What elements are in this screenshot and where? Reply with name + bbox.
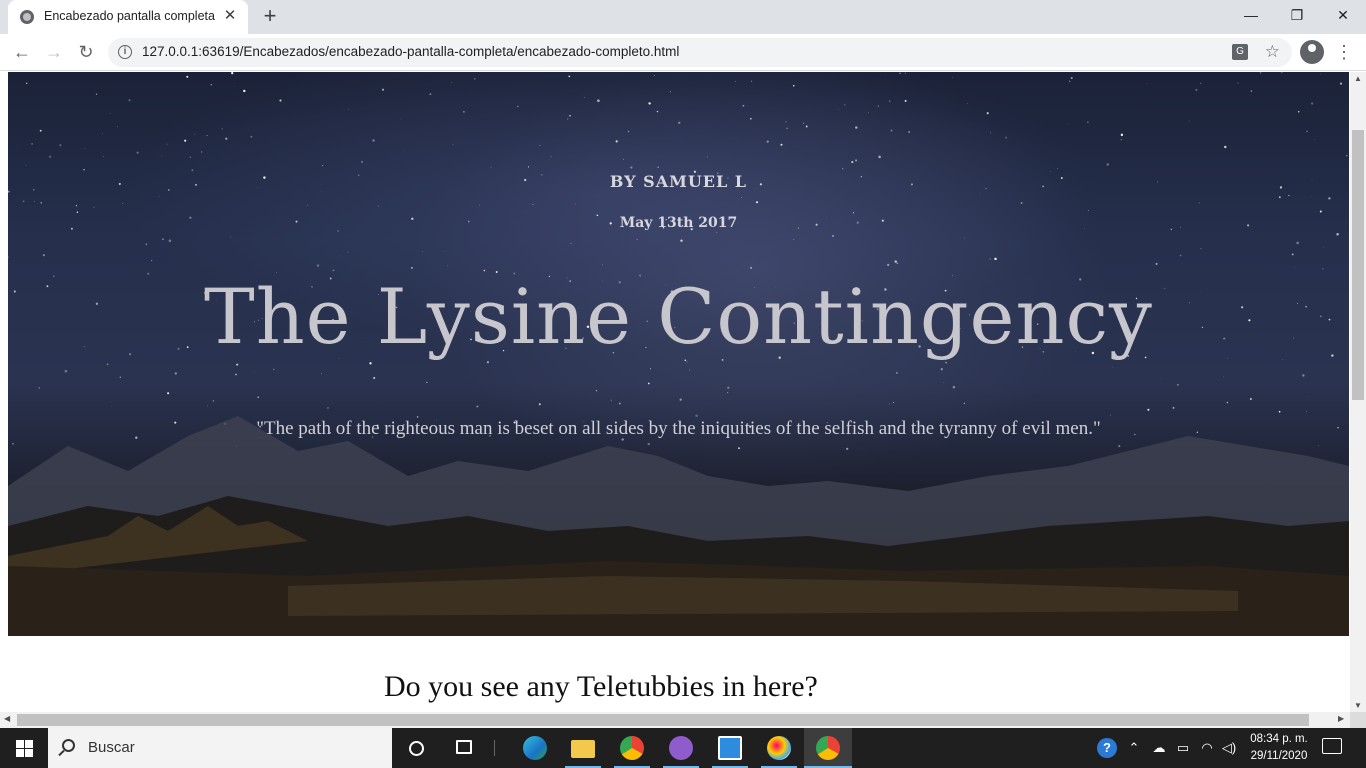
browser-toolbar: ← → ↻ i 127.0.0.1:63619/Encabezados/enca…: [0, 34, 1366, 71]
hero-quote: "The path of the righteous man is beset …: [256, 418, 1101, 439]
author-byline: BY SAMUEL L: [609, 172, 748, 191]
onedrive-icon[interactable]: ☁: [1148, 728, 1170, 768]
browser-tab[interactable]: Encabezado pantalla completa ✕: [8, 0, 248, 34]
bookmark-star-icon[interactable]: ☆: [1265, 42, 1280, 62]
browser-title-bar: Encabezado pantalla completa ✕ + — ❐ ✕: [0, 0, 1366, 34]
forward-button[interactable]: →: [40, 38, 68, 66]
wifi-icon[interactable]: ◠: [1196, 728, 1218, 768]
profile-avatar-icon[interactable]: [1300, 40, 1324, 64]
mountain-landscape: [8, 416, 1349, 636]
search-icon: [62, 739, 75, 752]
hero-header: BY SAMUEL L May 13th 2017 The Lysine Con…: [8, 72, 1349, 636]
github-desktop-icon[interactable]: [657, 728, 705, 768]
remote-app-icon[interactable]: [706, 728, 754, 768]
back-button[interactable]: ←: [8, 38, 36, 66]
section-heading: Do you see any Teletubbies in here?: [384, 670, 818, 703]
windows-taskbar: Buscar ? ⌃ ☁ ▭ ◠ ◁) 08:34 p. m. 29/11/20…: [0, 728, 1366, 768]
scroll-left-arrow-icon[interactable]: ◀: [4, 714, 10, 723]
page-favicon-icon: [20, 10, 34, 24]
restore-button[interactable]: ❐: [1274, 0, 1320, 30]
minimize-button[interactable]: —: [1228, 0, 1274, 30]
reload-button[interactable]: ↻: [72, 38, 100, 66]
action-center-icon[interactable]: [1322, 738, 1342, 754]
taskbar-separator: [494, 740, 495, 756]
horizontal-scroll-thumb[interactable]: [17, 714, 1309, 726]
vertical-scrollbar[interactable]: ▲ ▼: [1350, 72, 1366, 712]
task-view-icon[interactable]: [440, 728, 488, 768]
clock-date: 29/11/2020: [1250, 750, 1308, 762]
chrome-active-icon[interactable]: [804, 728, 852, 768]
tab-title: Encabezado pantalla completa: [44, 9, 215, 23]
scroll-up-arrow-icon[interactable]: ▲: [1350, 74, 1366, 83]
horizontal-scrollbar[interactable]: ◀ ▶: [0, 712, 1350, 728]
close-window-button[interactable]: ✕: [1320, 0, 1366, 30]
page-title: The Lysine Contingency: [204, 272, 1153, 361]
page-viewport: BY SAMUEL L May 13th 2017 The Lysine Con…: [0, 72, 1350, 712]
system-clock[interactable]: 08:34 p. m. 29/11/2020: [1244, 731, 1314, 765]
taskbar-search-box[interactable]: Buscar: [48, 728, 392, 768]
help-icon[interactable]: ?: [1096, 728, 1118, 768]
paint-icon[interactable]: [755, 728, 803, 768]
start-button[interactable]: [0, 728, 48, 768]
search-placeholder: Buscar: [88, 739, 135, 756]
cortana-icon[interactable]: [392, 728, 440, 768]
url-text[interactable]: 127.0.0.1:63619/Encabezados/encabezado-p…: [142, 44, 679, 59]
scrollbar-corner: [1350, 712, 1366, 728]
publish-date: May 13th 2017: [619, 215, 738, 231]
volume-icon[interactable]: ◁): [1218, 728, 1240, 768]
translate-icon[interactable]: G: [1232, 44, 1248, 60]
scroll-right-arrow-icon[interactable]: ▶: [1338, 714, 1344, 723]
clock-time: 08:34 p. m.: [1250, 733, 1308, 745]
site-info-icon[interactable]: i: [118, 45, 132, 59]
windows-logo-icon: [16, 740, 24, 748]
chrome-icon[interactable]: [608, 728, 656, 768]
scroll-down-arrow-icon[interactable]: ▼: [1350, 701, 1366, 710]
chrome-menu-icon[interactable]: ⋮: [1334, 38, 1354, 66]
new-tab-button[interactable]: +: [258, 4, 282, 30]
edge-icon[interactable]: [511, 728, 559, 768]
tab-close-icon[interactable]: ✕: [220, 6, 240, 26]
chevron-up-icon[interactable]: ⌃: [1124, 728, 1144, 768]
file-explorer-icon[interactable]: [559, 728, 607, 768]
address-bar[interactable]: i 127.0.0.1:63619/Encabezados/encabezado…: [108, 38, 1292, 67]
battery-icon[interactable]: ▭: [1172, 728, 1194, 768]
vertical-scroll-thumb[interactable]: [1352, 130, 1364, 400]
